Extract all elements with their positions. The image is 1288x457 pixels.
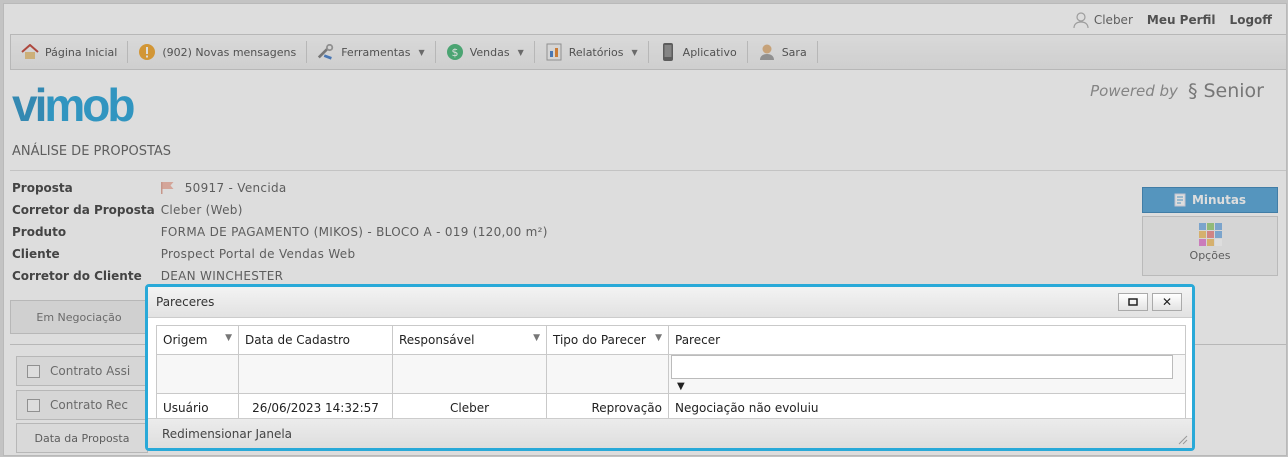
filter-cell	[546, 354, 669, 394]
resize-grip-icon[interactable]	[1178, 435, 1188, 445]
grid-filter-row: ▼	[156, 354, 1186, 394]
dialog-buttons: ✕	[1114, 293, 1182, 311]
maximize-button[interactable]	[1118, 293, 1148, 311]
column-header-parecer[interactable]: Parecer	[668, 325, 1186, 355]
filter-icon[interactable]: ▼	[533, 333, 540, 343]
column-header-data-cadastro[interactable]: Data de Cadastro	[238, 325, 393, 355]
close-icon: ✕	[1161, 295, 1173, 309]
filter-icon[interactable]: ▼	[225, 333, 232, 343]
dialog-footer: Redimensionar Janela	[148, 418, 1192, 448]
resize-window-link[interactable]: Redimensionar Janela	[162, 427, 292, 441]
column-header-label: Parecer	[675, 333, 721, 347]
filter-icon[interactable]: ▼	[677, 381, 685, 392]
close-button[interactable]: ✕	[1152, 293, 1182, 311]
parecer-filter-input[interactable]	[671, 355, 1173, 379]
column-header-label: Responsável	[399, 333, 475, 347]
filter-cell	[392, 354, 547, 394]
maximize-icon	[1128, 298, 1138, 306]
pareceres-grid: Origem ▼ Data de Cadastro Responsável ▼ Ti…	[156, 325, 1186, 422]
pareceres-dialog: Pareceres ✕ Origem ▼ Data de Cadastro Res…	[145, 284, 1195, 451]
filter-cell	[156, 354, 239, 394]
grid-header-row: Origem ▼ Data de Cadastro Responsável ▼ Ti…	[156, 325, 1186, 355]
column-header-label: Data de Cadastro	[245, 333, 350, 347]
filter-icon[interactable]: ▼	[655, 333, 662, 343]
column-header-label: Origem	[163, 333, 208, 347]
filter-cell	[238, 354, 393, 394]
column-header-responsavel[interactable]: Responsável ▼	[392, 325, 547, 355]
column-header-label: Tipo do Parecer	[553, 333, 646, 347]
column-header-origem[interactable]: Origem ▼	[156, 325, 239, 355]
filter-cell: ▼	[668, 354, 1186, 394]
column-header-tipo-parecer[interactable]: Tipo do Parecer ▼	[546, 325, 669, 355]
dialog-title: Pareceres	[156, 295, 215, 309]
dialog-header[interactable]: Pareceres ✕	[148, 287, 1192, 318]
